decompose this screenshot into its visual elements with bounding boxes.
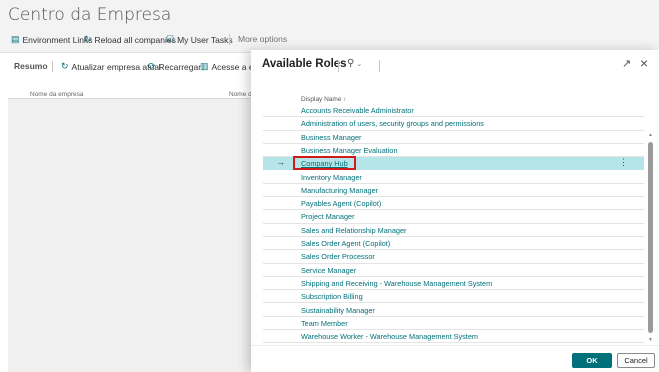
more-options-label: More options <box>238 34 288 44</box>
refresh-icon: ↻ <box>84 34 92 44</box>
role-row[interactable]: Subscription Billing <box>263 290 644 304</box>
role-row[interactable]: Inventory Manager <box>263 171 644 184</box>
role-row[interactable]: Sales and Relationship Manager <box>263 224 644 237</box>
scrollbar[interactable] <box>648 142 653 349</box>
role-label[interactable]: Manufacturing Manager <box>301 186 378 195</box>
role-label[interactable]: Sales and Relationship Manager <box>301 226 406 235</box>
role-label[interactable]: Sustainability Manager <box>301 306 375 315</box>
reload-label: Recarregar <box>158 61 202 72</box>
role-label[interactable]: Subscription Billing <box>301 292 363 301</box>
role-label[interactable]: Payables Agent (Copilot) <box>301 199 381 208</box>
role-label[interactable]: Team Member <box>301 319 348 328</box>
update-current-company-button[interactable]: ↻ Atualizar empresa atual <box>61 61 161 72</box>
role-row[interactable]: Accounts Receivable Administrator <box>263 104 644 118</box>
role-row[interactable]: Payables Agent (Copilot) <box>263 197 644 211</box>
role-label[interactable]: Business Manager Evaluation <box>301 146 398 155</box>
role-label[interactable]: Shipping and Receiving - Warehouse Manag… <box>301 279 492 288</box>
more-options-button[interactable]: More options <box>238 34 287 44</box>
role-row[interactable]: Project Manager <box>263 210 644 224</box>
environment-links-button[interactable]: ▤ Environment Links <box>11 34 92 45</box>
title-separator <box>338 60 339 72</box>
roles-list: Display Name ↑ Accounts Receivable Admin… <box>263 94 656 344</box>
reload-all-companies-label: Reload all companies <box>94 34 176 45</box>
tasks-icon: ☑ <box>166 34 175 44</box>
search-icon: ⚲ <box>347 58 355 69</box>
open-icon: ▥ <box>200 61 209 71</box>
role-row[interactable]: Shipping and Receiving - Warehouse Manag… <box>263 277 644 291</box>
tab-separator <box>52 61 53 72</box>
my-user-tasks-button[interactable]: ☑ My User Tasks <box>166 34 233 45</box>
role-row-selected[interactable]: → Company Hub ⋮ <box>263 156 644 171</box>
role-label[interactable]: Inventory Manager <box>301 173 362 182</box>
role-label[interactable]: Sales Order Processor <box>301 252 375 261</box>
link-icon: ▤ <box>11 34 20 44</box>
role-label[interactable]: Warehouse Worker - Warehouse Management … <box>301 332 478 341</box>
role-row[interactable]: Administration of users, security groups… <box>263 117 644 131</box>
reload-all-companies-button[interactable]: ↻ Reload all companies <box>84 34 176 45</box>
dialog-title: Available Roles <box>262 58 347 70</box>
role-label[interactable]: Administration of users, security groups… <box>301 119 484 128</box>
page-title: Centro da Empresa <box>8 5 172 25</box>
refresh-icon: ↻ <box>61 61 69 71</box>
column-header-company-name[interactable]: Nome da empresa <box>30 91 83 98</box>
role-row[interactable]: Service Manager <box>263 264 644 277</box>
role-label[interactable]: Business Manager <box>301 133 361 142</box>
available-roles-dialog: Available Roles ⚲ ⌄ ↗ × Display Name ↑ A… <box>251 50 659 372</box>
scrollbar-thumb[interactable] <box>648 142 653 333</box>
scroll-up-icon[interactable]: ▲ <box>648 132 653 138</box>
cancel-button[interactable]: Cancel <box>617 353 655 368</box>
more-options-icon[interactable]: ⋮ <box>619 157 628 168</box>
expand-icon[interactable]: ↗ <box>622 57 631 70</box>
role-row[interactable]: Manufacturing Manager <box>263 184 644 198</box>
chevron-down-icon: ⌄ <box>356 60 363 68</box>
action-bar: ▤ Environment Links ↻ Reload all compani… <box>0 30 659 48</box>
search-separator <box>379 60 380 72</box>
current-row-arrow-icon: → <box>276 157 285 168</box>
role-row[interactable]: Business Manager <box>263 131 644 144</box>
my-user-tasks-label: My User Tasks <box>177 34 233 45</box>
role-label[interactable]: Sales Order Agent (Copilot) <box>301 239 390 248</box>
scroll-down-icon[interactable]: ▼ <box>648 337 653 343</box>
role-row[interactable]: Warehouse Worker - Warehouse Management … <box>263 330 644 344</box>
ok-button[interactable]: OK <box>572 353 612 368</box>
role-row[interactable]: Sustainability Manager <box>263 304 644 317</box>
company-grid <box>8 98 251 372</box>
tab-resumo[interactable]: Resumo <box>14 61 48 71</box>
footer-divider <box>251 345 659 346</box>
close-icon[interactable]: × <box>640 55 648 71</box>
role-label[interactable]: Project Manager <box>301 212 355 221</box>
reload-icon: ⟳ <box>148 61 156 71</box>
role-label[interactable]: Service Manager <box>301 266 356 275</box>
role-row[interactable]: Business Manager Evaluation <box>263 144 644 158</box>
reload-button[interactable]: ⟳ Recarregar <box>148 61 201 72</box>
role-label[interactable]: Accounts Receivable Administrator <box>301 106 414 115</box>
role-row[interactable]: Sales Order Processor <box>263 250 644 264</box>
column-header-display-name[interactable]: Display Name ↑ <box>301 96 347 103</box>
role-row[interactable]: Team Member <box>263 317 644 331</box>
tab-resumo-label: Resumo <box>14 61 48 71</box>
action-separator <box>229 34 230 45</box>
search-button[interactable]: ⚲ ⌄ <box>347 58 362 69</box>
role-row[interactable]: Sales Order Agent (Copilot) <box>263 237 644 251</box>
environment-links-label: Environment Links <box>22 34 93 45</box>
highlight-box <box>293 156 356 171</box>
